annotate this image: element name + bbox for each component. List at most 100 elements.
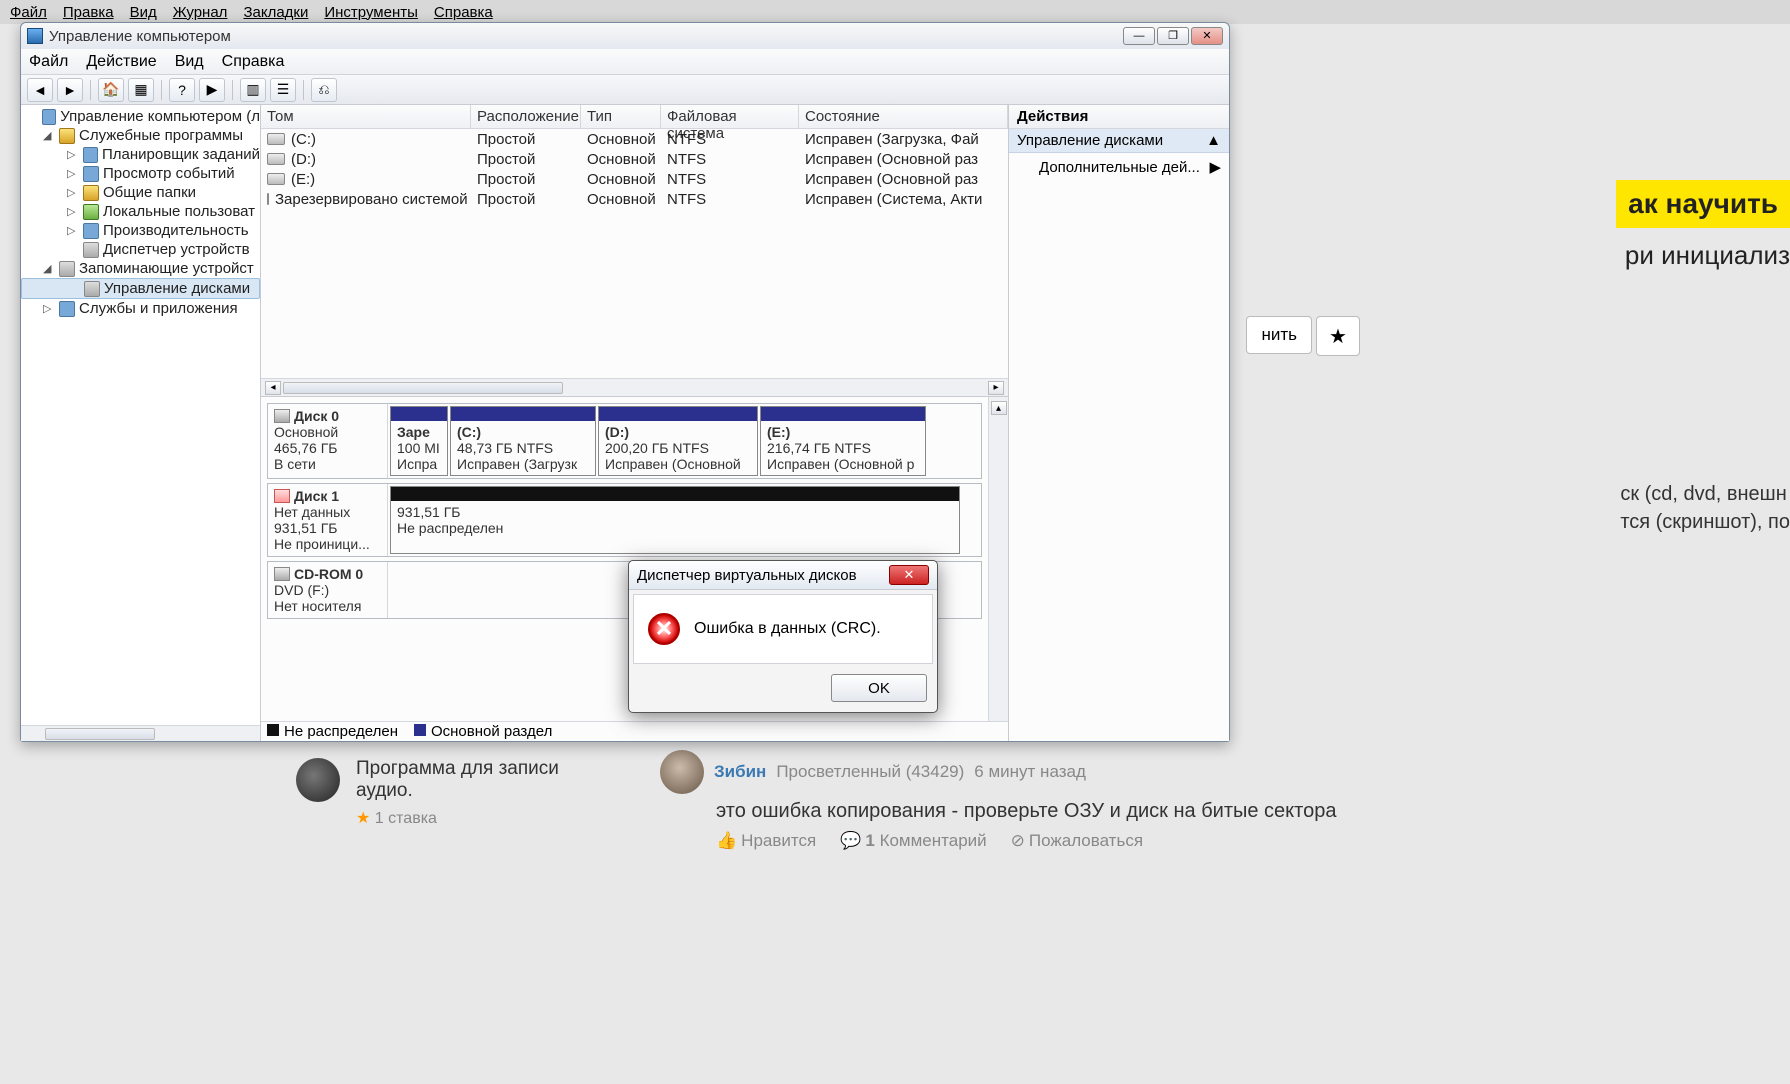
tree-node-icon	[84, 281, 100, 297]
tree-item[interactable]: ▷Производительность	[21, 221, 260, 240]
tree-expander-icon[interactable]: ▷	[67, 224, 79, 237]
browser-menu-item[interactable]: Вид	[124, 4, 163, 21]
tree-expander-icon[interactable]: ▷	[67, 148, 79, 161]
toolbar-button[interactable]: ▶	[199, 78, 225, 102]
tree-item[interactable]: Диспетчер устройств	[21, 240, 260, 259]
avatar	[296, 758, 340, 802]
actions-section[interactable]: Управление дисками▲	[1009, 129, 1229, 153]
answer-username[interactable]: Зибин	[714, 762, 766, 782]
disk-vertical-scrollbar[interactable]: ▴	[988, 397, 1008, 721]
tree-node-icon	[83, 185, 99, 201]
tree-label: Просмотр событий	[103, 165, 235, 182]
tree-item[interactable]: Управление компьютером (л	[21, 107, 260, 126]
toolbar-button[interactable]: ►	[57, 78, 83, 102]
close-button[interactable]: ✕	[1191, 27, 1223, 45]
app-icon	[27, 28, 43, 44]
volume-row[interactable]: (E:)ПростойОсновнойNTFSИсправен (Основно…	[261, 169, 1008, 189]
menu-item[interactable]: Справка	[222, 53, 285, 71]
partition[interactable]: (E:)216,74 ГБ NTFSИсправен (Основной р	[760, 406, 926, 476]
volume-list[interactable]: ТомРасположениеТипФайловая системаСостоя…	[261, 105, 1008, 397]
menu-item[interactable]: Файл	[29, 53, 68, 71]
menu-item[interactable]: Вид	[175, 53, 204, 71]
tree-expander-icon[interactable]: ▷	[67, 186, 79, 199]
dialog-close-button[interactable]: ✕	[889, 565, 929, 585]
actions-more-item[interactable]: Дополнительные дей...▶	[1009, 153, 1229, 181]
toolbar-button[interactable]: ◄	[27, 78, 53, 102]
maximize-button[interactable]: ❐	[1157, 27, 1189, 45]
tree-item[interactable]: Управление дисками	[21, 278, 260, 299]
toolbar-button[interactable]: ▦	[128, 78, 154, 102]
tree-label: Общие папки	[103, 184, 196, 201]
toolbar-button[interactable]: ⎌	[311, 78, 337, 102]
partition[interactable]: (C:)48,73 ГБ NTFSИсправен (Загрузк	[450, 406, 596, 476]
partition[interactable]: (D:)200,20 ГБ NTFSИсправен (Основной	[598, 406, 758, 476]
tree-label: Локальные пользоват	[103, 203, 255, 220]
column-header[interactable]: Файловая система	[661, 105, 799, 129]
column-header[interactable]: Том	[261, 105, 471, 129]
app-menubar[interactable]: Файл Действие Вид Справка	[21, 49, 1229, 75]
tree-horizontal-scrollbar[interactable]	[21, 725, 260, 741]
tree-expander-icon[interactable]: ◢	[43, 129, 55, 142]
partition[interactable]: 931,51 ГБНе распределен	[390, 486, 960, 554]
tree-expander-icon[interactable]: ◢	[43, 262, 55, 275]
comment-button[interactable]: 💬1 Комментарий	[840, 831, 986, 851]
disk-block[interactable]: Диск 0Основной465,76 ГБВ сетиЗаре100 МІИ…	[267, 403, 982, 479]
vlist-horizontal-scrollbar[interactable]: ◂ ▸	[261, 378, 1008, 396]
browser-menu-item[interactable]: Закладки	[237, 4, 314, 21]
browser-menu-item[interactable]: Журнал	[167, 4, 234, 21]
volume-row[interactable]: (D:)ПростойОсновнойNTFSИсправен (Основно…	[261, 149, 1008, 169]
volume-row[interactable]: (C:)ПростойОсновнойNTFSИсправен (Загрузк…	[261, 129, 1008, 149]
tree-item[interactable]: ▷Службы и приложения	[21, 299, 260, 318]
app-toolbar[interactable]: ◄► 🏠▦?▶ ▥☰ ⎌	[21, 75, 1229, 105]
dialog-titlebar[interactable]: Диспетчер виртуальных дисков ✕	[629, 561, 937, 590]
browser-menu-item[interactable]: Файл	[4, 4, 53, 21]
navigation-tree[interactable]: Управление компьютером (л◢Служебные прог…	[21, 105, 261, 741]
volume-icon	[267, 153, 285, 165]
volume-list-header[interactable]: ТомРасположениеТипФайловая системаСостоя…	[261, 105, 1008, 129]
tree-item[interactable]: ◢Запоминающие устройст	[21, 259, 260, 278]
scroll-thumb[interactable]	[283, 382, 563, 394]
like-button[interactable]: 👍Нравится	[716, 831, 816, 851]
menu-item[interactable]: Действие	[86, 53, 156, 71]
volume-row[interactable]: Зарезервировано системойПростойОсновнойN…	[261, 189, 1008, 209]
tree-expander-icon[interactable]: ▷	[67, 205, 79, 218]
tree-item[interactable]: ▷ Общие папки	[21, 183, 260, 202]
scroll-right-icon[interactable]: ▸	[988, 381, 1004, 395]
browser-menu-item[interactable]: Инструменты	[318, 4, 424, 21]
bg-reco-title[interactable]: Программа для записи аудио.	[356, 758, 616, 802]
tree-expander-icon[interactable]: ▷	[43, 302, 55, 315]
browser-menubar[interactable]: ФайлПравкаВидЖурналЗакладкиИнструментыСп…	[0, 0, 1790, 24]
collapse-icon[interactable]: ▲	[1206, 132, 1221, 149]
toolbar-button[interactable]: 🏠	[98, 78, 124, 102]
scroll-up-icon[interactable]: ▴	[991, 401, 1007, 415]
tree-item[interactable]: ▷ Просмотр событий	[21, 164, 260, 183]
column-header[interactable]: Состояние	[799, 105, 1008, 129]
partition[interactable]: Заре100 МІИспра	[390, 406, 448, 476]
column-header[interactable]: Расположение	[471, 105, 581, 129]
bg-recommendation: Программа для записи аудио. ★ 1 ставка	[296, 758, 616, 828]
bg-text-line: тся (скриншот), по	[1620, 508, 1790, 536]
tree-expander-icon[interactable]: ▷	[67, 167, 79, 180]
column-header[interactable]: Тип	[581, 105, 661, 129]
dialog-message: Ошибка в данных (CRC).	[694, 620, 881, 638]
avatar	[660, 750, 704, 794]
complain-button[interactable]: ⊘Пожаловаться	[1011, 831, 1143, 851]
toolbar-button[interactable]: ▥	[240, 78, 266, 102]
browser-menu-item[interactable]: Правка	[57, 4, 120, 21]
ok-button[interactable]: OK	[831, 674, 927, 702]
bg-save-button[interactable]: нить	[1246, 316, 1312, 354]
window-titlebar[interactable]: Управление компьютером — ❐ ✕	[21, 23, 1229, 49]
disk-block[interactable]: Диск 1Нет данных931,51 ГБНе проиници...9…	[267, 483, 982, 557]
tree-item[interactable]: ◢Служебные программы	[21, 126, 260, 145]
toolbar-button[interactable]: ☰	[270, 78, 296, 102]
minimize-button[interactable]: —	[1123, 27, 1155, 45]
tree-node-icon	[83, 242, 99, 258]
volume-icon	[267, 133, 285, 145]
browser-menu-item[interactable]: Справка	[428, 4, 499, 21]
disk-icon	[274, 409, 290, 423]
bg-star-button[interactable]: ★	[1316, 316, 1360, 356]
tree-item[interactable]: ▷ Локальные пользоват	[21, 202, 260, 221]
scroll-left-icon[interactable]: ◂	[265, 381, 281, 395]
toolbar-button[interactable]: ?	[169, 78, 195, 102]
tree-item[interactable]: ▷Планировщик заданий	[21, 145, 260, 164]
